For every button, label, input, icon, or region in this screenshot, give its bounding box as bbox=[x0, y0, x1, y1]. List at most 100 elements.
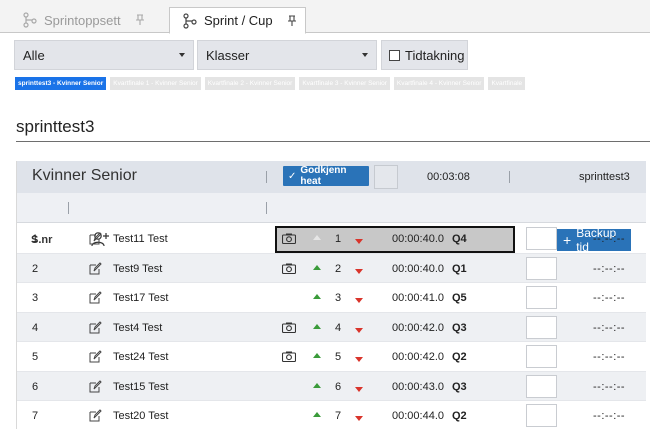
timing-checkbox[interactable] bbox=[389, 49, 400, 61]
move-up-icon[interactable] bbox=[313, 264, 321, 270]
start-number: 3 bbox=[32, 292, 39, 304]
group-select-value: Alle bbox=[23, 47, 45, 63]
move-down-icon[interactable] bbox=[355, 268, 363, 274]
edit-icon[interactable] bbox=[89, 379, 102, 393]
timing-toggle[interactable]: Tidtakning bbox=[381, 40, 468, 70]
table-row[interactable]: 4 Test4 Test 4 00:00:42.0 Q3 --:--:-- bbox=[17, 312, 646, 342]
tab-sprintoppsett[interactable]: Sprintoppsett bbox=[22, 7, 145, 33]
move-up-icon[interactable] bbox=[313, 382, 321, 388]
runner-name: Test15 Test bbox=[113, 380, 169, 393]
start-number: 1 bbox=[32, 233, 39, 245]
camera-icon[interactable] bbox=[281, 263, 297, 274]
qualification[interactable]: Q4 bbox=[452, 233, 467, 245]
qualification[interactable]: Q3 bbox=[452, 322, 467, 334]
camera-icon[interactable] bbox=[281, 233, 297, 245]
backup-time-input[interactable] bbox=[526, 286, 557, 309]
table-row[interactable]: 3 Test17 Test 3 00:00:41.0 Q5 --:--:-- bbox=[17, 283, 646, 313]
grid-subheader: S.nr + Backup tid bbox=[17, 193, 646, 254]
grid-header: Kvinner Senior ✓ Godkjenn heat 00:03:08 … bbox=[17, 161, 646, 193]
camera-icon[interactable] bbox=[281, 322, 297, 333]
heat-action-button[interactable] bbox=[374, 165, 398, 189]
qualification[interactable]: Q2 bbox=[452, 351, 467, 363]
backup-time: --:--:-- bbox=[593, 380, 626, 393]
runner-list: 1 Test11 Test 1 00:00:40.0 Q4 --:--:-- 2 Test9 … bbox=[17, 224, 646, 429]
move-down-icon[interactable] bbox=[355, 416, 363, 421]
pin-icon[interactable] bbox=[135, 14, 145, 26]
backup-time-input[interactable] bbox=[526, 345, 557, 368]
heat-name: sprinttest3 bbox=[579, 171, 630, 183]
move-up-icon[interactable] bbox=[313, 235, 321, 240]
qualification[interactable]: Q5 bbox=[452, 292, 467, 304]
heat-chip[interactable]: Kvartfinale 4 - Kvinner Senior bbox=[393, 77, 485, 90]
elapsed-time: 00:03:08 bbox=[427, 171, 470, 183]
qualification[interactable]: Q1 bbox=[452, 263, 467, 275]
class-title: Kvinner Senior bbox=[32, 167, 137, 184]
finish-time: 00:00:42.0 bbox=[392, 351, 444, 363]
table-row[interactable]: 6 Test15 Test 6 00:00:43.0 Q3 --:--:-- bbox=[17, 371, 646, 401]
backup-time-input[interactable] bbox=[526, 404, 557, 427]
qualification[interactable]: Q3 bbox=[452, 381, 467, 393]
start-number: 6 bbox=[32, 380, 39, 393]
start-number: 4 bbox=[32, 321, 39, 334]
position: 1 bbox=[335, 233, 342, 245]
heat-chip[interactable]: Kvartfinale bbox=[488, 77, 526, 90]
move-up-icon[interactable] bbox=[313, 353, 321, 358]
move-down-icon[interactable] bbox=[355, 327, 363, 333]
tab-sprint-cup[interactable]: Sprint / Cup bbox=[169, 7, 306, 34]
move-up-icon[interactable] bbox=[313, 323, 321, 329]
check-icon: ✓ bbox=[288, 170, 297, 182]
backup-time-input[interactable] bbox=[526, 374, 557, 398]
divider bbox=[16, 141, 650, 142]
backup-time-input[interactable] bbox=[526, 227, 557, 250]
edit-icon[interactable] bbox=[89, 261, 102, 275]
column-separator bbox=[68, 202, 69, 214]
table-row[interactable]: 1 Test11 Test 1 00:00:40.0 Q4 --:--:-- bbox=[17, 224, 646, 254]
heat-chip[interactable]: Kvartfinale 1 - Kvinner Senior bbox=[110, 77, 201, 90]
runner-name: Test20 Test bbox=[113, 410, 169, 422]
backup-time: --:--:-- bbox=[593, 321, 626, 334]
tab-strip: Sprintoppsett Sprint / Cup bbox=[0, 0, 650, 34]
edit-icon[interactable] bbox=[89, 350, 102, 363]
column-separator bbox=[266, 202, 267, 214]
heat-grid: Kvinner Senior ✓ Godkjenn heat 00:03:08 … bbox=[16, 161, 646, 429]
runner-name: Test9 Test bbox=[113, 262, 163, 275]
finish-time: 00:00:40.0 bbox=[392, 262, 444, 275]
runner-name: Test17 Test bbox=[113, 292, 169, 304]
approve-heat-button[interactable]: ✓ Godkjenn heat bbox=[283, 165, 369, 187]
move-down-icon[interactable] bbox=[355, 386, 363, 392]
camera-icon[interactable] bbox=[281, 351, 297, 363]
edit-icon[interactable] bbox=[89, 291, 102, 304]
class-select-value: Klasser bbox=[206, 47, 250, 63]
start-number: 7 bbox=[32, 410, 39, 422]
backup-time-input[interactable] bbox=[526, 256, 557, 280]
edit-icon[interactable] bbox=[89, 409, 102, 422]
backup-time: --:--:-- bbox=[593, 262, 626, 275]
heat-chip[interactable]: sprinttest3 - Kvinner Senior bbox=[15, 77, 107, 90]
heat-chip[interactable]: Kvartfinale 2 - Kvinner Senior bbox=[204, 77, 296, 90]
runner-name: Test24 Test bbox=[113, 351, 169, 363]
move-down-icon[interactable] bbox=[355, 239, 363, 244]
move-down-icon[interactable] bbox=[355, 298, 363, 303]
move-down-icon[interactable] bbox=[355, 357, 363, 362]
move-up-icon[interactable] bbox=[313, 294, 321, 299]
move-up-icon[interactable] bbox=[313, 412, 321, 417]
tab-label: Sprint / Cup bbox=[204, 13, 273, 28]
runner-name: Test4 Test bbox=[113, 321, 163, 334]
class-select[interactable]: Klasser bbox=[197, 40, 377, 70]
pin-icon[interactable] bbox=[287, 14, 297, 27]
finish-time: 00:00:43.0 bbox=[392, 380, 444, 393]
position: 7 bbox=[335, 410, 342, 422]
table-row[interactable]: 7 Test20 Test 7 00:00:44.0 Q2 --:--:-- bbox=[17, 401, 646, 429]
sitemap-icon bbox=[183, 12, 197, 29]
heat-chip[interactable]: Kvartfinale 3 - Kvinner Senior bbox=[299, 77, 390, 90]
table-row[interactable]: 2 Test9 Test 2 00:00:40.0 Q1 --:--:-- bbox=[17, 253, 646, 283]
finish-time: 00:00:40.0 bbox=[392, 233, 444, 245]
qualification[interactable]: Q2 bbox=[452, 410, 467, 422]
chevron-down-icon bbox=[179, 53, 185, 57]
table-row[interactable]: 5 Test24 Test 5 00:00:42.0 Q2 --:--:-- bbox=[17, 342, 646, 372]
group-select[interactable]: Alle bbox=[14, 40, 194, 70]
edit-icon[interactable] bbox=[89, 232, 102, 245]
sitemap-icon bbox=[23, 12, 37, 28]
backup-time-input[interactable] bbox=[526, 315, 557, 339]
edit-icon[interactable] bbox=[89, 320, 102, 334]
